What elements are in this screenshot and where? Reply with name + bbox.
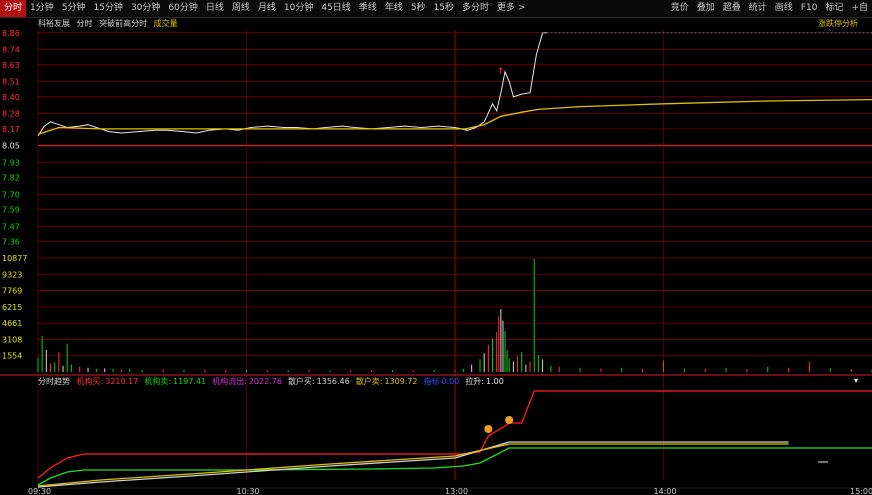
- signal-marker-icon: [484, 425, 493, 433]
- volume-tick-label: 9323: [2, 270, 22, 279]
- trend-line-3: [37, 443, 789, 487]
- chart-area: 8.86 8.74 8.63 8.51 8.40 8.28 8.17 8.05 7.93 7.82…: [0, 29, 872, 495]
- time-tick-label: 14:00: [654, 487, 677, 495]
- indicator-item-value: 1309.72: [384, 377, 418, 386]
- volume-tick-label: 6215: [2, 303, 22, 312]
- time-tick-label: 10:30: [237, 487, 260, 495]
- price-tick-label: 8.17: [2, 125, 20, 134]
- indicator-name[interactable]: 分时趋势: [38, 377, 70, 386]
- grid-lines: [0, 30, 872, 489]
- volume-tick-label: 3108: [2, 335, 22, 344]
- indicator-item-value: 1197.41: [173, 377, 207, 386]
- indicator-item-value: 3210.17: [105, 377, 139, 386]
- price-tick-label: 8.51: [2, 78, 20, 87]
- markers: [484, 416, 828, 463]
- indicator-item-label: 散户买:: [287, 377, 315, 386]
- trend-line-2: [37, 441, 789, 488]
- price-tick-label: 8.74: [2, 45, 20, 54]
- indicator-item-value: 2022.76: [248, 377, 282, 386]
- price-tick-label: 8.05: [2, 142, 20, 151]
- price-tick-label: 7.59: [2, 206, 20, 215]
- time-tick-label: 09:30: [28, 487, 51, 495]
- indicator-item-label: 机构买:: [76, 377, 104, 386]
- signal-marker-icon: [505, 416, 514, 424]
- price-tick-label: 8.28: [2, 110, 20, 119]
- price-tick-label: 7.82: [2, 174, 20, 183]
- rise-arrow-icon: ↑: [497, 67, 505, 77]
- price-tick-label: 7.93: [2, 158, 20, 167]
- volume-tick-label: 7769: [2, 287, 22, 296]
- price-line: [37, 32, 547, 137]
- indicator-item-label: 指标: [423, 377, 440, 386]
- indicator-item-value: 1.00: [486, 377, 504, 386]
- price-tick-label: 8.86: [2, 29, 20, 38]
- price-tick-label: 8.63: [2, 61, 20, 70]
- price-tick-label: 7.70: [2, 190, 20, 199]
- indicator-item-value: 1356.46: [316, 377, 350, 386]
- indicator-menu-icon[interactable]: ▾: [854, 376, 858, 385]
- indicator-item-label: 拉升:: [465, 377, 485, 386]
- axis-labels: 8.86 8.74 8.63 8.51 8.40 8.28 8.17 8.05 7.93 7.82…: [2, 29, 872, 495]
- volume-tick-label: 4661: [2, 319, 22, 328]
- volume-tick-label: 10877: [2, 254, 27, 263]
- volume-tick-label: 1554: [2, 352, 22, 361]
- indicator-title-bar: 分时趋势 机构买: 3210.17 机构卖: 1197.41 机构流出: 2022.76 散…: [38, 376, 514, 387]
- time-tick-label: 15:00: [850, 487, 872, 495]
- time-tick-label: 13:00: [445, 487, 468, 495]
- indicator-item-label: 机构流出:: [212, 377, 247, 386]
- indicator-item-value: 0.00: [441, 377, 460, 386]
- indicator-item-label: 机构卖:: [144, 377, 172, 386]
- price-tick-label: 7.47: [2, 222, 20, 231]
- indicator-items: 机构买: 3210.17 机构卖: 1197.41 机构流出: 2022.76 散户买: 13…: [77, 377, 510, 386]
- price-tick-label: 7.36: [2, 238, 20, 247]
- indicator-item-label: 散户卖:: [355, 377, 383, 386]
- price-tick-label: 8.40: [2, 93, 20, 102]
